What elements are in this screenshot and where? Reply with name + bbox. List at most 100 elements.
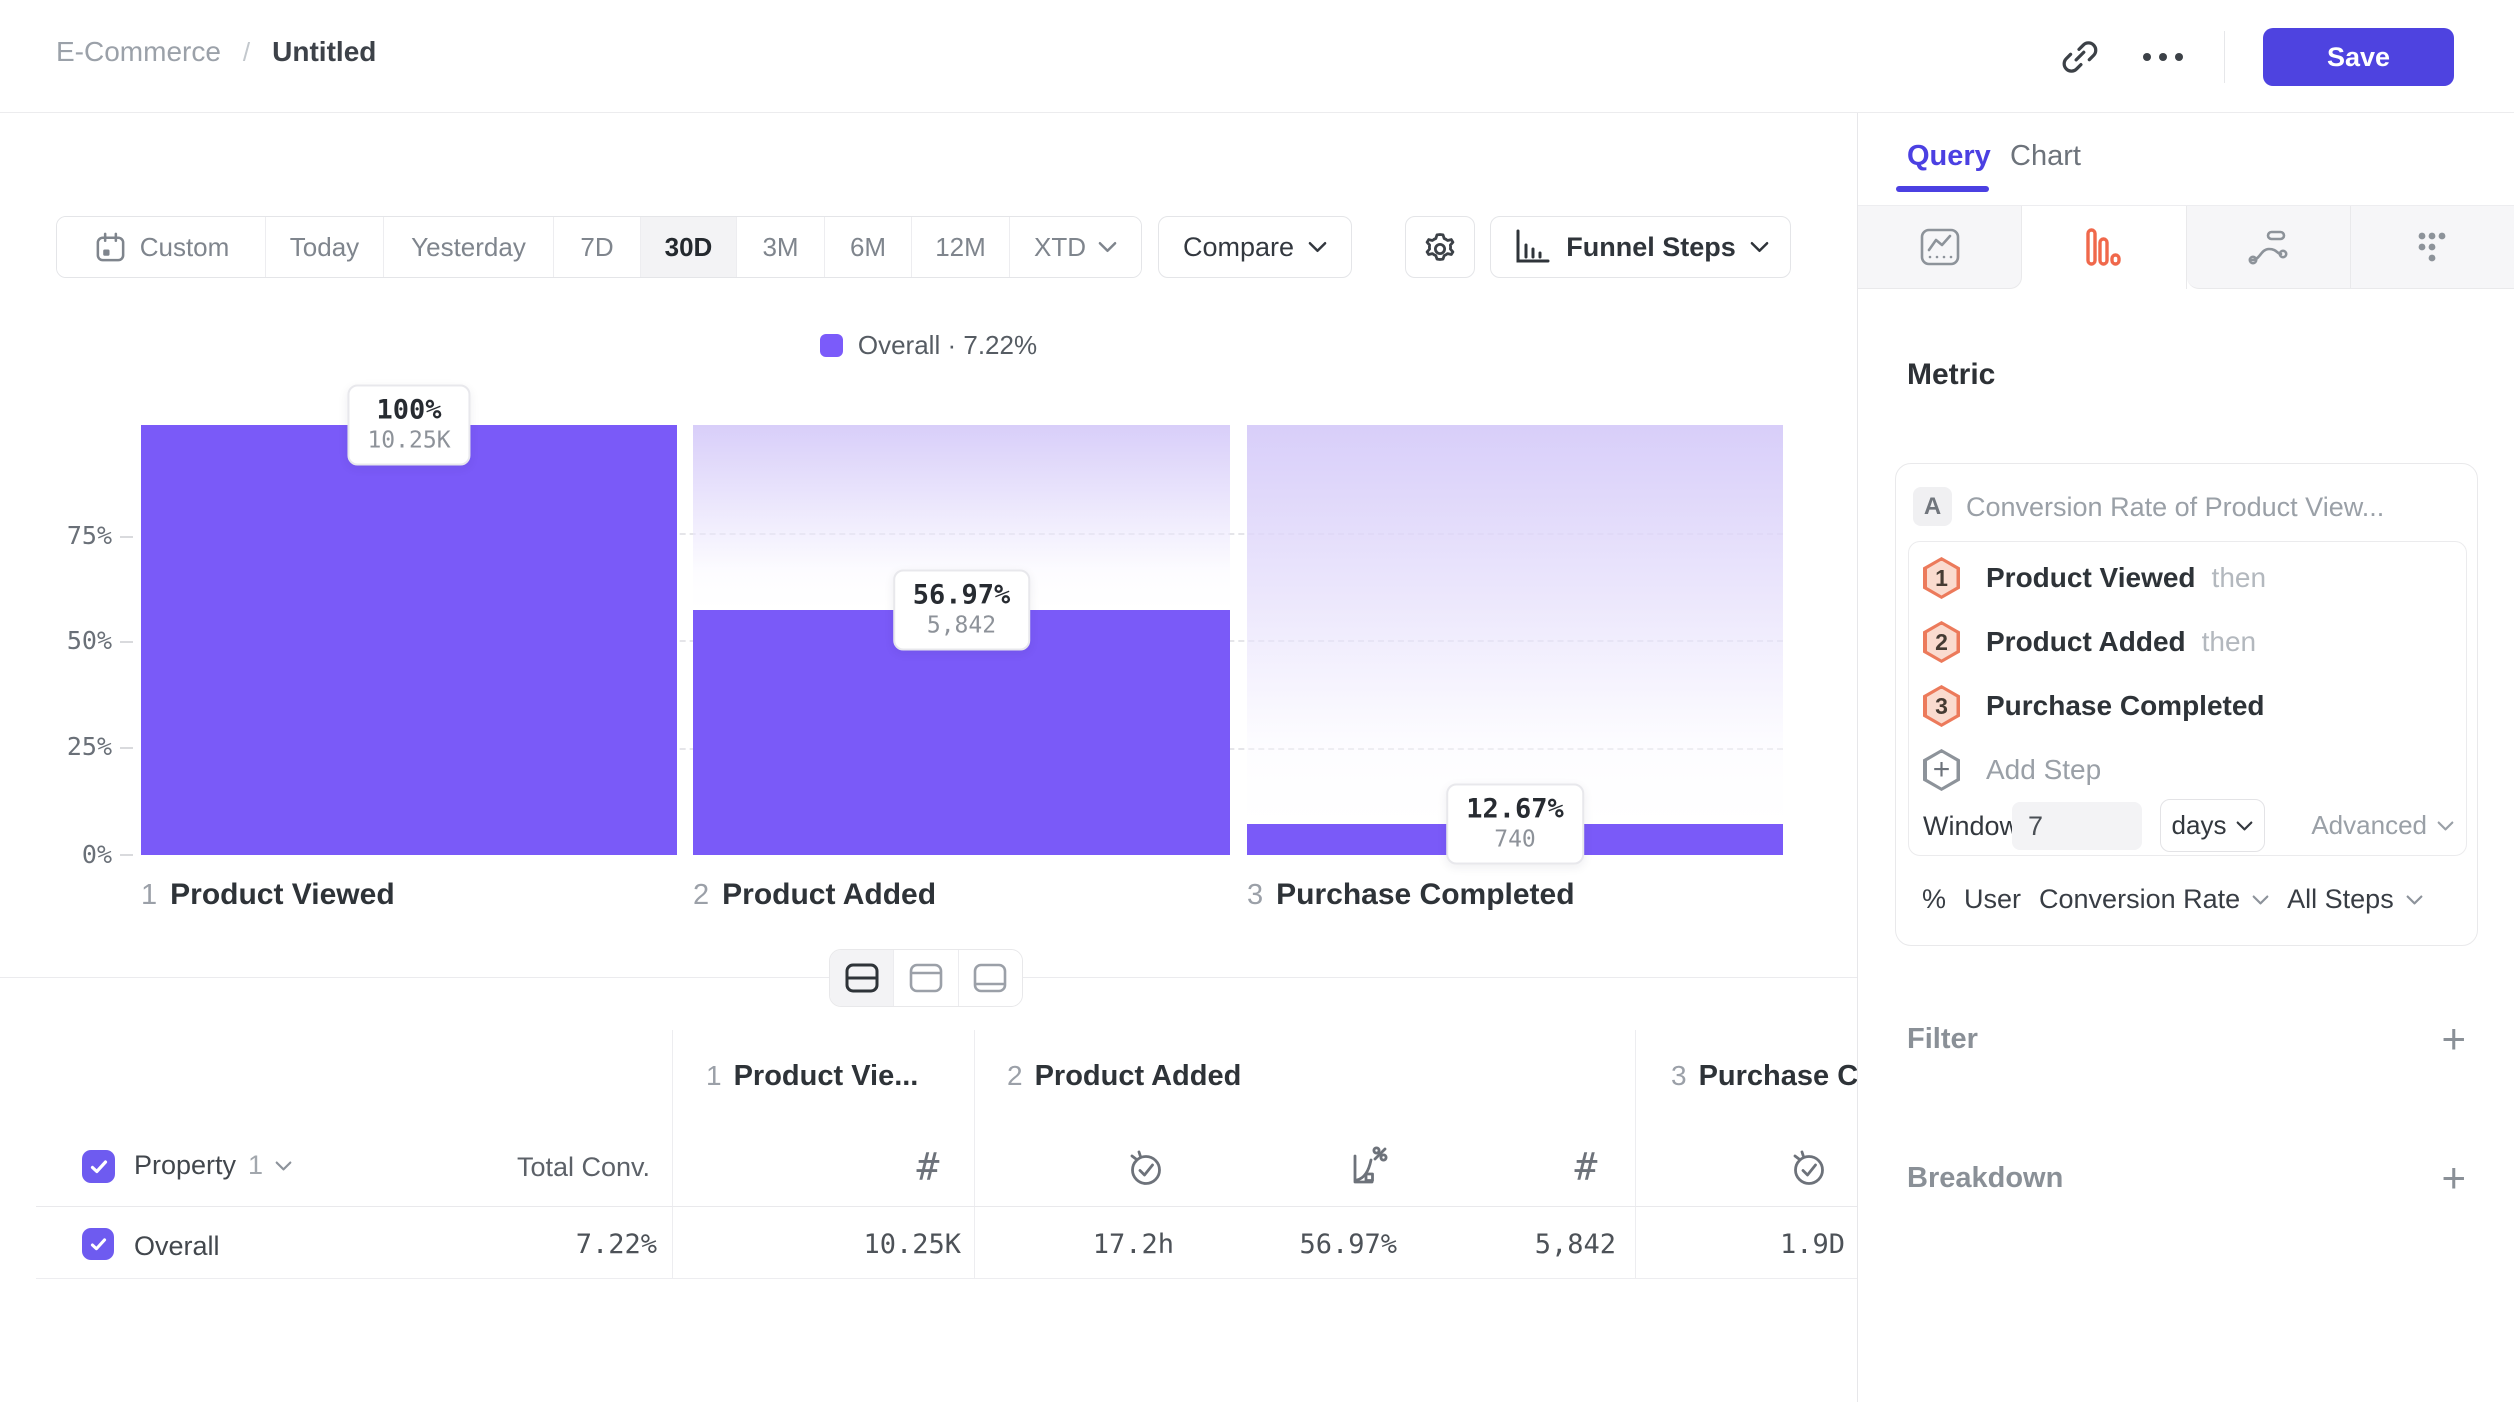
range-3m[interactable]: 3M (737, 217, 825, 277)
property-header[interactable]: Property 1 (134, 1150, 292, 1181)
metric-card: A Conversion Rate of Product View... 1 P… (1895, 463, 2478, 946)
bar-value-badge: 100% 10.25K (347, 385, 470, 466)
measure-type-select[interactable]: Conversion Rate (2039, 884, 2240, 915)
more-menu-button[interactable] (2140, 34, 2186, 80)
property-select-all-checkbox[interactable] (82, 1150, 115, 1183)
add-step-hexagon-icon: + (1923, 749, 1960, 791)
window-row: Window days Advanced (1909, 798, 2466, 854)
range-xtd-label: XTD (1034, 232, 1086, 263)
funnel-chart-icon (1512, 227, 1552, 267)
window-unit-select[interactable]: days (2160, 799, 2265, 852)
add-step-button[interactable]: + Add Step (1923, 742, 2101, 798)
row-overall-checkbox[interactable] (82, 1228, 114, 1260)
bar-remainder (1247, 425, 1783, 824)
y-tick-25: 25% (30, 732, 112, 761)
step-row-2[interactable]: 2 Product Added then (1923, 614, 2256, 670)
chart-settings-button[interactable] (1405, 216, 1475, 278)
chart-type-funnel-tab-selected[interactable] (2022, 206, 2186, 289)
chevron-down-icon (1098, 241, 1117, 253)
range-30d-selected[interactable]: 30D (641, 217, 737, 277)
chart-type-retention-tab[interactable] (2351, 206, 2514, 289)
layout-top-icon (908, 962, 944, 994)
table-group-header-2[interactable]: 2Product Added (1007, 1060, 1241, 1093)
layout-bottom-icon (972, 962, 1008, 994)
page-title[interactable]: Untitled (272, 36, 376, 68)
check-icon (90, 1237, 107, 1252)
add-breakdown-button[interactable]: + (2441, 1157, 2466, 1199)
range-custom-label: Custom (140, 232, 230, 263)
cell-step2-count: 5,842 (1460, 1229, 1616, 1260)
range-6m[interactable]: 6M (825, 217, 912, 277)
line-chart-icon (1916, 223, 1964, 271)
layout-table-bottom-button[interactable] (959, 950, 1022, 1006)
y-tick-0: 0% (30, 840, 112, 869)
y-tickmark (120, 854, 133, 856)
range-today[interactable]: Today (266, 217, 384, 277)
funnel-bars-icon (2080, 224, 2128, 272)
time-to-convert-column-icon[interactable] (1122, 1144, 1168, 1190)
count-column-icon[interactable]: # (905, 1144, 951, 1190)
step-3-badge: 3 (1923, 685, 1960, 727)
range-7d[interactable]: 7D (554, 217, 641, 277)
layout-chart-top-button[interactable] (894, 950, 958, 1006)
funnel-bar-product-added[interactable]: 56.97% 5,842 (693, 425, 1230, 855)
conversion-rate-column-icon[interactable] (1345, 1144, 1391, 1190)
chart-type-line-tab[interactable] (1858, 206, 2022, 289)
tab-query[interactable]: Query (1907, 140, 1991, 173)
table-header-border (36, 1206, 1857, 1207)
range-yesterday[interactable]: Yesterday (384, 217, 554, 277)
cell-step2-conv: 56.97% (1240, 1229, 1397, 1260)
table-row-border (36, 1278, 1857, 1279)
range-12m[interactable]: 12M (912, 217, 1010, 277)
chevron-down-icon (2236, 820, 2253, 832)
y-tickmark (120, 641, 133, 643)
chart-legend[interactable]: Overall · 7.22% (0, 330, 1857, 361)
measure-entity[interactable]: User (1964, 884, 2021, 915)
measure-symbol: % (1922, 884, 1946, 915)
table-col-divider (1635, 1030, 1636, 1278)
check-icon (90, 1159, 108, 1175)
y-tickmark (120, 747, 133, 749)
compare-button[interactable]: Compare (1158, 216, 1352, 278)
range-custom[interactable]: Custom (57, 217, 266, 277)
measure-scope-select[interactable]: All Steps (2287, 884, 2394, 915)
save-button[interactable]: Save (2263, 28, 2454, 86)
range-xtd[interactable]: XTD (1010, 217, 1141, 277)
active-tab-underline (1896, 186, 1989, 192)
window-value-input[interactable] (2012, 802, 2142, 850)
count-column-icon[interactable]: # (1563, 1144, 1609, 1190)
cell-total-conv: 7.22% (500, 1229, 657, 1260)
chart-type-flow-tab[interactable] (2187, 206, 2351, 289)
chevron-down-icon (2437, 820, 2454, 832)
time-to-convert-column-icon[interactable] (1785, 1144, 1831, 1190)
step-axis-label-1: 1Product Viewed (141, 878, 395, 912)
share-link-button[interactable] (2056, 34, 2102, 80)
table-group-header-1[interactable]: 1Product Vie... (706, 1060, 918, 1093)
metric-title[interactable]: Conversion Rate of Product View... (1966, 492, 2461, 523)
cell-step3-time: 1.9D (1700, 1229, 1845, 1260)
step-row-3[interactable]: 3 Purchase Completed (1923, 678, 2265, 734)
row-label-overall[interactable]: Overall (134, 1231, 220, 1262)
table-group-header-3[interactable]: 3Purchase C (1671, 1060, 1858, 1093)
top-bar: E-Commerce / Untitled Save (0, 0, 2514, 113)
breadcrumb-section[interactable]: E-Commerce (56, 36, 221, 68)
dots-grid-icon (2408, 223, 2456, 271)
cell-step1-count: 10.25K (800, 1229, 961, 1260)
series-badge: A (1913, 487, 1952, 526)
flow-icon (2244, 223, 2292, 271)
chart-percent-icon (1345, 1144, 1391, 1190)
clock-check-icon (1786, 1145, 1830, 1189)
advanced-toggle[interactable]: Advanced (2311, 810, 2454, 841)
layout-split-button[interactable] (830, 950, 894, 1006)
breadcrumb-separator: / (243, 37, 250, 68)
bar-fill (141, 425, 677, 855)
funnel-bar-product-viewed[interactable]: 100% 10.25K (141, 425, 677, 855)
tab-chart[interactable]: Chart (2010, 140, 2081, 173)
total-conv-header[interactable]: Total Conv. (480, 1152, 650, 1183)
step-row-1[interactable]: 1 Product Viewed then (1923, 550, 2266, 606)
chevron-down-icon (1308, 241, 1327, 253)
bar-value-badge: 56.97% 5,842 (893, 570, 1031, 651)
add-filter-button[interactable]: + (2441, 1018, 2466, 1060)
funnel-bar-purchase-completed[interactable]: 12.67% 740 (1247, 425, 1783, 855)
chart-type-button[interactable]: Funnel Steps (1490, 216, 1791, 278)
